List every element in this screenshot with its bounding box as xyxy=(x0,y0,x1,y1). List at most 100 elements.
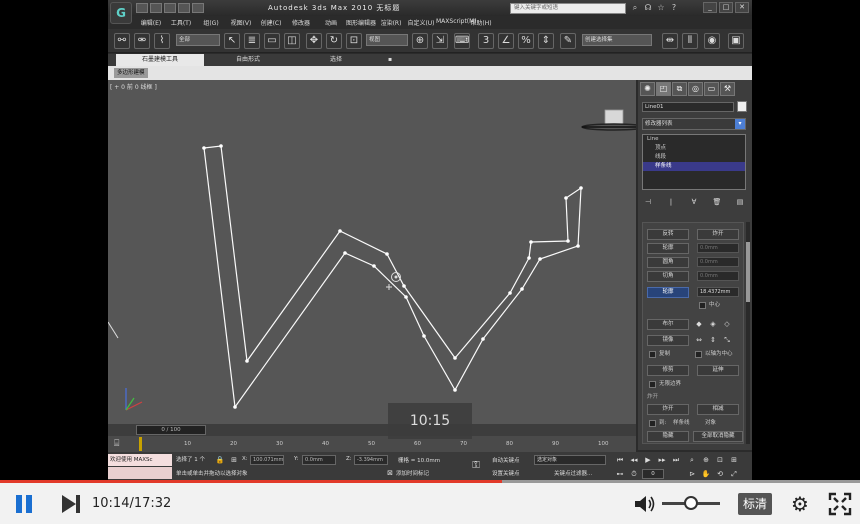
snap-toggle-icon[interactable]: 3 xyxy=(478,33,494,49)
outline-button[interactable]: 轮廓 xyxy=(647,287,689,298)
menu-views[interactable]: 视图(V) xyxy=(226,16,256,28)
angle-snap-icon[interactable]: ∠ xyxy=(498,33,514,49)
time-tag-icon[interactable]: ⊠ xyxy=(384,467,396,479)
mirror-vertical-icon[interactable]: ⇕ xyxy=(707,334,719,346)
search-icon[interactable]: ⌕ xyxy=(630,3,640,13)
spline-vertex[interactable] xyxy=(564,196,568,200)
save-file-icon[interactable] xyxy=(164,3,176,13)
pan-icon[interactable]: ✋ xyxy=(700,468,712,480)
move-icon[interactable]: ✥ xyxy=(306,33,322,49)
spinner-snap-icon[interactable]: ⇕ xyxy=(538,33,554,49)
spline-vertex[interactable] xyxy=(245,359,249,363)
scrollbar-thumb[interactable] xyxy=(746,242,750,302)
help-icon[interactable]: ? xyxy=(669,3,679,13)
about-pivot-checkbox[interactable] xyxy=(695,351,702,358)
menu-group[interactable]: 组(G) xyxy=(196,16,226,28)
current-frame-field[interactable]: 0 xyxy=(642,469,664,479)
explode-to-checkbox[interactable] xyxy=(649,420,656,427)
motion-tab-icon[interactable]: ◎ xyxy=(688,82,703,96)
copy-checkbox[interactable] xyxy=(649,351,656,358)
hide-button[interactable]: 隐藏 xyxy=(647,431,689,442)
gear-icon[interactable]: ⚙ xyxy=(788,492,812,516)
keyboard-shortcut-icon[interactable]: ⌨ xyxy=(454,33,470,49)
time-slider[interactable]: 0 / 100 xyxy=(108,424,636,436)
center-checkbox[interactable] xyxy=(699,302,706,309)
select-object-icon[interactable]: ↖ xyxy=(224,33,240,49)
pause-icon[interactable] xyxy=(14,495,34,513)
app-logo-icon[interactable]: G xyxy=(110,2,132,24)
spline-vertex[interactable] xyxy=(338,229,342,233)
maximize-viewport-icon[interactable]: ⤢ xyxy=(728,468,740,480)
time-slider-thumb[interactable]: 0 / 100 xyxy=(136,425,206,435)
fullscreen-icon[interactable] xyxy=(828,492,852,516)
unhide-all-button[interactable]: 全部取消隐藏 xyxy=(693,431,743,442)
pin-stack-icon[interactable]: ⊣ xyxy=(642,196,654,208)
volume-slider-knob[interactable] xyxy=(684,496,698,510)
orbit-icon[interactable]: ⟲ xyxy=(714,468,726,480)
spinner-1[interactable]: 0.0mm xyxy=(697,243,739,253)
remove-modifier-icon[interactable]: 🗑 xyxy=(711,196,723,208)
tab-graphite-modeling[interactable]: 石墨建模工具 xyxy=(116,54,204,66)
communication-center-icon[interactable]: ☊ xyxy=(643,3,653,13)
auto-key-button[interactable]: 自动关键点 xyxy=(492,456,520,464)
menu-help[interactable]: 帮助(H) xyxy=(466,16,496,28)
percent-snap-icon[interactable]: % xyxy=(518,33,534,49)
mirror-horizontal-icon[interactable]: ⇔ xyxy=(693,334,705,346)
quality-button[interactable]: 标清 xyxy=(738,493,772,515)
spline-vertex[interactable] xyxy=(527,256,531,260)
modifier-list-dropdown[interactable]: 修改器列表 ▾ xyxy=(642,118,746,130)
display-tab-icon[interactable]: ▭ xyxy=(704,82,719,96)
redo-icon[interactable] xyxy=(192,3,204,13)
polygon-modeling-button[interactable]: 多边形建模 xyxy=(114,68,148,78)
outline-spinner[interactable]: 18.4372mm xyxy=(697,287,739,297)
key-filters-button[interactable]: 关键点过滤器... xyxy=(554,469,592,477)
track-bar[interactable]: ⌸ 10 20 30 40 50 60 70 80 90 100 xyxy=(108,436,636,452)
mirror-both-icon[interactable]: ⤡ xyxy=(721,334,733,346)
new-file-icon[interactable] xyxy=(136,3,148,13)
object-name-field[interactable]: Line01 xyxy=(642,102,734,112)
spline-vertex[interactable] xyxy=(481,337,485,341)
selection-filter-dropdown[interactable]: 全部 xyxy=(176,34,220,46)
time-config-icon[interactable]: ⏱ xyxy=(628,468,640,480)
spline-vertex[interactable] xyxy=(579,186,583,190)
edit-named-selection-icon[interactable]: ✎ xyxy=(560,33,576,49)
spline-shape[interactable] xyxy=(108,80,636,424)
add-time-tag[interactable]: 添加时间标记 xyxy=(396,469,429,477)
ribbon-toggle-icon[interactable]: ▪ xyxy=(380,54,400,66)
reverse-button[interactable]: 反转 xyxy=(647,229,689,240)
key-icon[interactable]: ⚿ xyxy=(470,460,482,472)
menu-customize[interactable]: 自定义(U) xyxy=(406,16,436,28)
video-frame[interactable]: G Autodesk 3ds Max 2010 无标题 键入关键字或短语 ⌕ ☊… xyxy=(0,0,860,480)
boolean-button[interactable]: 布尔 xyxy=(647,319,689,330)
undo-icon[interactable] xyxy=(178,3,190,13)
subtraction-icon[interactable]: ◈ xyxy=(707,318,719,330)
spline-outline[interactable] xyxy=(203,145,582,409)
chevron-down-icon[interactable]: ▾ xyxy=(735,119,745,129)
named-selection-dropdown[interactable]: 创建选择集 xyxy=(582,34,652,46)
menu-edit[interactable]: 编辑(E) xyxy=(136,16,166,28)
menu-maxscript[interactable]: MAXScript(M) xyxy=(436,16,477,28)
spline-vertex[interactable] xyxy=(453,356,457,360)
menu-animation[interactable]: 动画 xyxy=(316,16,346,28)
spinner-2[interactable]: 0.0mm xyxy=(697,257,739,267)
show-end-result-icon[interactable]: ❘ xyxy=(665,196,677,208)
spline-vertex[interactable] xyxy=(385,252,389,256)
selected-set-dropdown[interactable]: 选定对象 xyxy=(534,455,606,465)
make-unique-icon[interactable]: ∀ xyxy=(688,196,700,208)
spline-vertex[interactable] xyxy=(508,291,512,295)
go-to-end-icon[interactable]: ⏭ xyxy=(670,454,682,466)
tab-freeform[interactable]: 自由形式 xyxy=(204,54,292,66)
spline-vertex[interactable] xyxy=(538,257,542,261)
extend-button[interactable]: 延伸 xyxy=(697,365,739,376)
scale-icon[interactable]: ⊡ xyxy=(346,33,362,49)
trim-button[interactable]: 修剪 xyxy=(647,365,689,376)
utilities-tab-icon[interactable]: ⚒ xyxy=(720,82,735,96)
maxscript-input[interactable] xyxy=(108,467,172,479)
material-editor-icon[interactable]: ◉ xyxy=(704,33,720,49)
spline-vertex[interactable] xyxy=(202,146,206,150)
menu-graph-editors[interactable]: 图形编辑器 xyxy=(346,16,376,28)
y-coordinate-field[interactable]: 0.0mm xyxy=(302,455,336,465)
bind-space-warp-icon[interactable]: ⌇ xyxy=(154,33,170,49)
absolute-mode-icon[interactable]: ⊞ xyxy=(228,454,240,466)
command-panel-scrollbar[interactable] xyxy=(746,222,750,444)
